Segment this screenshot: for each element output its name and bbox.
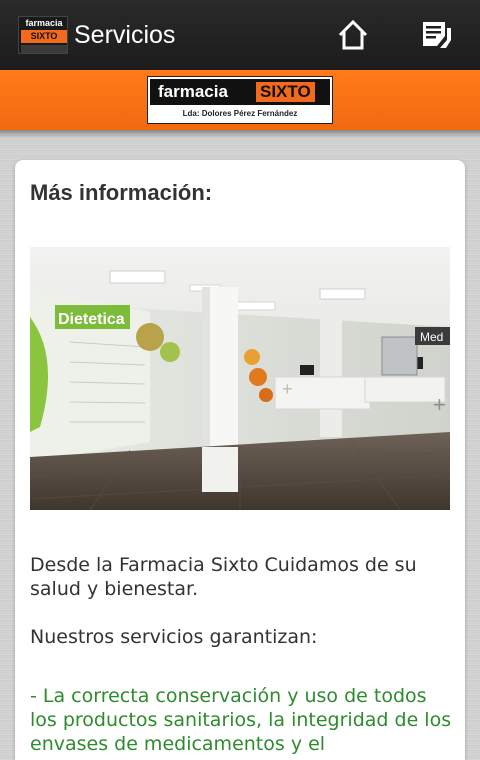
app-logo-line1: farmacia bbox=[25, 18, 63, 28]
svg-text:+: + bbox=[282, 379, 293, 399]
app-logo-line2: SIXTO bbox=[21, 30, 67, 43]
service-item-1: - La correcta conservación y uso de todo… bbox=[30, 685, 452, 755]
brand-logo-top: farmacia SIXTO bbox=[150, 79, 330, 105]
brand-word-sixto: SIXTO bbox=[256, 82, 315, 102]
services-intro: Nuestros servicios garantizan: bbox=[30, 626, 318, 648]
brand-word-farmacia: farmacia bbox=[158, 82, 228, 101]
pharmacy-interior-photo: Dietetica Med + + bbox=[30, 247, 450, 510]
home-button[interactable] bbox=[328, 10, 378, 60]
home-icon bbox=[338, 19, 368, 50]
brand-logo: farmacia SIXTO Lda: Dolores Pérez Fernán… bbox=[147, 76, 333, 124]
svg-text:+: + bbox=[433, 392, 446, 417]
page-title: Servicios bbox=[74, 21, 176, 49]
list-menu-icon bbox=[423, 22, 451, 48]
app-logo-strip bbox=[21, 45, 67, 53]
brand-banner: farmacia SIXTO Lda: Dolores Pérez Fernán… bbox=[0, 70, 480, 130]
menu-button[interactable] bbox=[412, 10, 462, 60]
action-bar: farmacia SIXTO Servicios bbox=[0, 0, 480, 70]
photo-sign-right: Med bbox=[420, 330, 443, 344]
banner-shadow bbox=[0, 130, 480, 138]
app-logo[interactable]: farmacia SIXTO bbox=[18, 16, 68, 54]
content-card: Más información: Dietetica Med + + Desde… bbox=[15, 160, 465, 760]
brand-subtitle: Lda: Dolores Pérez Fernández bbox=[182, 109, 298, 118]
intro-paragraph: Desde la Farmacia Sixto Cuidamos de su s… bbox=[30, 554, 417, 600]
section-heading: Más información: bbox=[30, 180, 213, 205]
photo-sign-left: Dietetica bbox=[58, 311, 125, 328]
